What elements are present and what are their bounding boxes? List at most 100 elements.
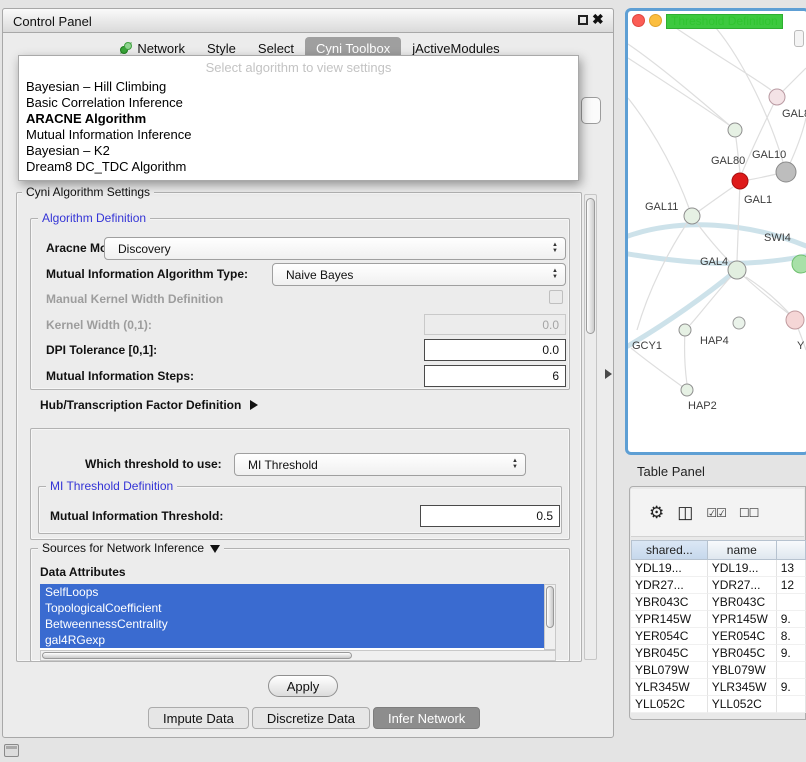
table-row[interactable]: YER054CYER054C8. [631,628,806,645]
mac-minimize-button[interactable] [649,14,662,27]
table-cell: 8. [777,628,806,645]
data-attributes-label: Data Attributes [40,565,126,579]
attribute-item-betweennesscentrality[interactable]: BetweennessCentrality [40,616,544,632]
graph-node-label: GAL10 [752,149,786,161]
restore-window-icon[interactable] [578,15,588,25]
kernel-width-label: Kernel Width (0,1): [46,318,152,332]
table-cell: YDL19... [631,560,708,577]
table-row[interactable]: YDL19...YDL19...13 [631,560,806,577]
graph-node[interactable] [792,255,806,273]
graph-node[interactable] [733,317,745,329]
table-cell: YPR145W [708,611,777,628]
mac-close-button[interactable] [632,14,645,27]
table-cell: YBL079W [708,662,777,679]
settings-scrollbar[interactable] [584,194,597,660]
table-cell: YPR145W [631,611,708,628]
kernel-width-field: 0.0 [424,314,566,335]
table-row[interactable]: YBR045CYBR045C9. [631,645,806,662]
data-attributes-list: SelfLoopsTopologicalCoefficientBetweenne… [40,584,544,650]
table-header-col2[interactable] [777,540,806,560]
graph-node[interactable] [679,324,691,336]
table-header-shared[interactable]: shared... [631,540,708,560]
close-window-icon[interactable]: ✖ [592,10,604,28]
attribute-item-gal4rgexp[interactable]: gal4RGexp [40,632,544,648]
graph-node[interactable] [769,89,785,105]
algorithm-option-dream8-dc-tdc-algorithm[interactable]: Dream8 DC_TDC Algorithm [19,159,578,175]
mi-threshold-field[interactable]: 0.5 [420,505,560,527]
table-row[interactable]: YPR145WYPR145W9. [631,611,806,628]
mi-steps-field[interactable]: 6 [424,365,566,387]
dpi-tolerance-field[interactable]: 0.0 [424,339,566,361]
sources-group-toggle[interactable]: Sources for Network Inference [38,542,224,555]
control-panel-titlebar[interactable]: Control Panel [2,8,614,33]
bottom-tab-discretize-data[interactable]: Discretize Data [252,707,370,729]
combo-stepper-icon [547,243,563,254]
tab-label: Cyni Toolbox [316,41,390,56]
attributes-vscrollbar[interactable] [544,584,556,650]
mi-algorithm-type-select[interactable]: Naive Bayes [272,263,566,286]
attributes-hscrollbar[interactable] [40,650,556,661]
aracne-mode-select[interactable]: Discovery [104,237,566,260]
table-cell: YLL052C [631,696,708,713]
select-all-icon[interactable]: ☑☑ [706,503,726,523]
network-graph: GAL8GAL80GAL10GAL11GAL1SWI4GAL4GCY1HAP4Y… [628,28,806,452]
mi-algorithm-type-label: Mutual Information Algorithm Type: [46,267,248,281]
algorithm-option-bayesian-k2[interactable]: Bayesian – K2 [19,143,578,159]
table-row[interactable]: YLR345WYLR345W9. [631,679,806,696]
deselect-all-icon[interactable]: ☐☐ [739,503,759,523]
graph-edge [742,97,777,173]
graph-node[interactable] [786,311,804,329]
table-row[interactable]: YBR043CYBR043C [631,594,806,611]
table-toolbar: ⚙ ◫ ☑☑ ☐☐ [631,489,804,537]
sources-group-title: Sources for Network Inference [42,542,204,555]
cyni-settings-group-title: Cyni Algorithm Settings [22,186,154,199]
manual-kernel-checkbox[interactable] [549,290,563,304]
algorithm-option-aracne-algorithm[interactable]: ARACNE Algorithm [19,111,578,127]
node-table-header: shared...name [631,540,806,560]
mi-algorithm-type-value: Naive Bayes [273,268,547,282]
mi-threshold-label: Mutual Information Threshold: [50,509,223,523]
aracne-mode-value: Discovery [105,242,547,256]
mi-steps-label: Mutual Information Steps: [46,369,194,383]
table-header-name[interactable]: name [708,540,777,560]
graph-edge [628,98,689,208]
attribute-item-topologicalcoefficient[interactable]: TopologicalCoefficient [40,600,544,616]
bottom-tab-impute-data[interactable]: Impute Data [148,707,249,729]
columns-icon[interactable]: ◫ [677,503,693,523]
graph-node[interactable] [728,261,746,279]
gear-icon[interactable]: ⚙ [649,503,664,523]
algorithm-dropdown-list: Bayesian – Hill ClimbingBasic Correlatio… [19,79,578,175]
settings-scrollbar-thumb[interactable] [586,198,595,334]
hub-definition-toggle[interactable]: Hub/Transcription Factor Definition [40,398,258,412]
expanded-arrow-icon [210,545,220,553]
graph-node-label: HAP2 [688,400,717,412]
graph-node[interactable] [681,384,693,396]
apply-button[interactable]: Apply [268,675,338,697]
attribute-item-selfloops[interactable]: SelfLoops [40,584,544,600]
graph-node[interactable] [776,162,796,182]
graph-edge [737,181,740,261]
graph-node[interactable] [684,208,700,224]
hub-definition-label: Hub/Transcription Factor Definition [40,398,241,412]
node-table-body: YDL19...YDL19...13YDR27...YDR27...12YBR0… [631,560,806,713]
table-row[interactable]: YBL079WYBL079W [631,662,806,679]
table-cell: YBR043C [631,594,708,611]
graph-node-label: GAL1 [744,194,772,206]
algorithm-option-mutual-information-inference[interactable]: Mutual Information Inference [19,127,578,143]
graph-node[interactable] [728,123,742,137]
table-row[interactable]: YDR27...YDR27...12 [631,577,806,594]
algorithm-option-basic-correlation-inference[interactable]: Basic Correlation Inference [19,95,578,111]
table-cell: 13 [777,560,806,577]
table-row[interactable]: YLL052CYLL052C [631,696,806,713]
algorithm-dropdown-placeholder: Select algorithm to view settings [19,59,578,79]
attributes-hscrollbar-thumb[interactable] [42,652,352,659]
attributes-vscrollbar-thumb[interactable] [546,586,554,628]
algorithm-option-bayesian-hill-climbing[interactable]: Bayesian – Hill Climbing [19,79,578,95]
which-threshold-select[interactable]: MI Threshold [234,453,526,476]
panel-splitter-handle[interactable] [605,369,612,379]
dpi-tolerance-label: DPI Tolerance [0,1]: [46,343,157,357]
graph-edge [685,330,687,384]
graph-node[interactable] [732,173,748,189]
minimized-panel-icon[interactable] [4,744,19,757]
bottom-tab-infer-network[interactable]: Infer Network [373,707,480,729]
